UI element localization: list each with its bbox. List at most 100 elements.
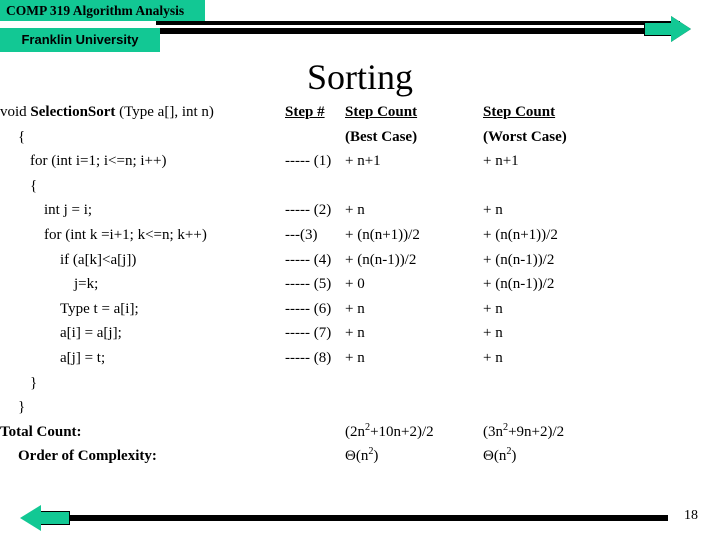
code-line: }: [0, 395, 285, 420]
code-text: for (int k =i+1; k<=n; k++): [44, 226, 207, 243]
total-count-label-text: Total Count:: [0, 423, 82, 440]
best-case-header: Step Count: [345, 104, 418, 120]
code-line: {: [0, 174, 285, 199]
complexity-best-tail: ): [373, 448, 379, 465]
step-number-cell: ---(3): [285, 226, 318, 243]
code-line: for (int k =i+1; k<=n; k++): [0, 223, 285, 248]
best-case-cell: + n: [345, 300, 365, 317]
total-best-base: (2n: [345, 423, 365, 440]
code-text: j=k;: [74, 276, 99, 293]
step-number-cell: ----- (7): [285, 325, 332, 342]
table-row: for (int i=1; i<=n; i++) ----- (1) + n+1…: [0, 149, 720, 174]
best-case-cell: + (n(n-1))/2: [345, 251, 417, 268]
order-of-complexity-row: Order of Complexity: Θ(n2) Θ(n2): [0, 444, 720, 469]
best-case-subheader: (Best Case): [345, 128, 418, 145]
worst-case-cell: + n: [483, 300, 503, 317]
complexity-worst-base: Θ(n: [483, 448, 507, 465]
code-text: int j = i;: [44, 202, 93, 219]
worst-case-cell: + (n(n-1))/2: [483, 276, 555, 293]
best-case-cell: + n: [345, 349, 365, 366]
step-number-cell: ----- (6): [285, 300, 332, 317]
total-count-worst-cell: (3n2+9n+2)/2: [483, 420, 720, 445]
slide-header-banner: COMP 319 Algorithm Analysis Franklin Uni…: [0, 0, 720, 56]
total-best-tail: +10n+2)/2: [370, 423, 434, 440]
code-line: a[j] = t;: [0, 346, 285, 371]
worst-case-cell: [483, 371, 720, 396]
code-line: a[i] = a[j];: [0, 321, 285, 346]
slide-footer: [0, 496, 720, 540]
course-title-chip: COMP 319 Algorithm Analysis: [0, 0, 205, 21]
table-row: {: [0, 174, 720, 199]
total-count-best-cell: (2n2+10n+2)/2: [345, 420, 483, 445]
worst-case-header: Step Count: [483, 104, 556, 120]
worst-case-cell: + n: [483, 202, 503, 219]
code-column-header: void SelectionSort (Type a[], int n): [0, 100, 285, 125]
algorithm-step-count-table: void SelectionSort (Type a[], int n) Ste…: [0, 100, 720, 469]
complexity-worst-cell: Θ(n2): [483, 444, 720, 469]
step-number-cell: [285, 125, 345, 150]
page-number: 18: [684, 508, 698, 523]
table-subheader-row: { (Best Case) (Worst Case): [0, 125, 720, 150]
code-text: {: [30, 177, 38, 194]
worst-case-cell: + n: [483, 325, 503, 342]
code-signature-args: (Type a[], int n): [115, 104, 214, 120]
code-text: a[j] = t;: [60, 349, 106, 366]
university-name-chip: Franklin University: [0, 28, 160, 52]
code-line: for (int i=1; i<=n; i++): [0, 149, 285, 174]
code-line: j=k;: [0, 272, 285, 297]
table-row: for (int k =i+1; k<=n; k++) ---(3) + (n(…: [0, 223, 720, 248]
step-number-cell: ----- (8): [285, 349, 332, 366]
worst-case-cell: + n: [483, 349, 503, 366]
worst-case-subheader: (Worst Case): [483, 128, 567, 145]
code-text: }: [18, 399, 26, 416]
best-case-cell: [345, 174, 483, 199]
code-text: a[i] = a[j];: [60, 325, 122, 342]
complexity-best-base: Θ(n: [345, 448, 369, 465]
worst-case-cell: + n+1: [483, 153, 519, 170]
code-line: {: [0, 125, 285, 150]
step-number-cell: [285, 420, 345, 445]
worst-case-cell: + (n(n-1))/2: [483, 251, 555, 268]
total-count-label: Total Count:: [0, 420, 285, 445]
code-text: for (int i=1; i<=n; i++): [30, 153, 167, 170]
best-case-cell: + n+1: [345, 153, 381, 170]
total-count-row: Total Count: (2n2+10n+2)/2 (3n2+9n+2)/2: [0, 420, 720, 445]
total-worst-base: (3n: [483, 423, 503, 440]
page-title: Sorting: [306, 57, 413, 97]
code-line: if (a[k]<a[j]): [0, 248, 285, 273]
code-text: }: [30, 374, 38, 391]
complexity-best-cell: Θ(n2): [345, 444, 483, 469]
total-worst-tail: +9n+2)/2: [508, 423, 565, 440]
table-row: Type t = a[i]; ----- (6) + n + n: [0, 297, 720, 322]
code-brace-open-outer: {: [18, 128, 26, 145]
step-number-cell: ----- (5): [285, 276, 332, 293]
step-number-cell: [285, 371, 345, 396]
best-case-cell: + n: [345, 202, 365, 219]
code-line: }: [0, 371, 285, 396]
code-signature-name: SelectionSort: [30, 104, 116, 120]
table-row: }: [0, 395, 720, 420]
step-number-cell: ----- (1): [285, 153, 332, 170]
complexity-label-text: Order of Complexity:: [18, 448, 157, 465]
code-line: int j = i;: [0, 198, 285, 223]
step-number-cell: [285, 395, 345, 420]
worst-case-cell: [483, 395, 720, 420]
best-case-cell: + 0: [345, 276, 365, 293]
code-text: if (a[k]<a[j]): [60, 251, 137, 268]
header-rule-upper: [156, 21, 680, 25]
code-line: Type t = a[i];: [0, 297, 285, 322]
best-case-cell: [345, 395, 483, 420]
step-number-header: Step #: [285, 104, 325, 120]
step-number-cell: ----- (4): [285, 251, 332, 268]
table-row: if (a[k]<a[j]) ----- (4) + (n(n-1))/2 + …: [0, 248, 720, 273]
best-case-cell: [345, 371, 483, 396]
best-case-cell: + (n(n+1))/2: [345, 226, 420, 243]
table-header-row: void SelectionSort (Type a[], int n) Ste…: [0, 100, 720, 125]
table-row: a[j] = t; ----- (8) + n + n: [0, 346, 720, 371]
step-number-cell: [285, 174, 345, 199]
footer-rule: [28, 515, 668, 521]
complexity-worst-tail: ): [511, 448, 517, 465]
code-table: void SelectionSort (Type a[], int n) Ste…: [0, 100, 720, 469]
table-row: a[i] = a[j]; ----- (7) + n + n: [0, 321, 720, 346]
table-row: }: [0, 371, 720, 396]
